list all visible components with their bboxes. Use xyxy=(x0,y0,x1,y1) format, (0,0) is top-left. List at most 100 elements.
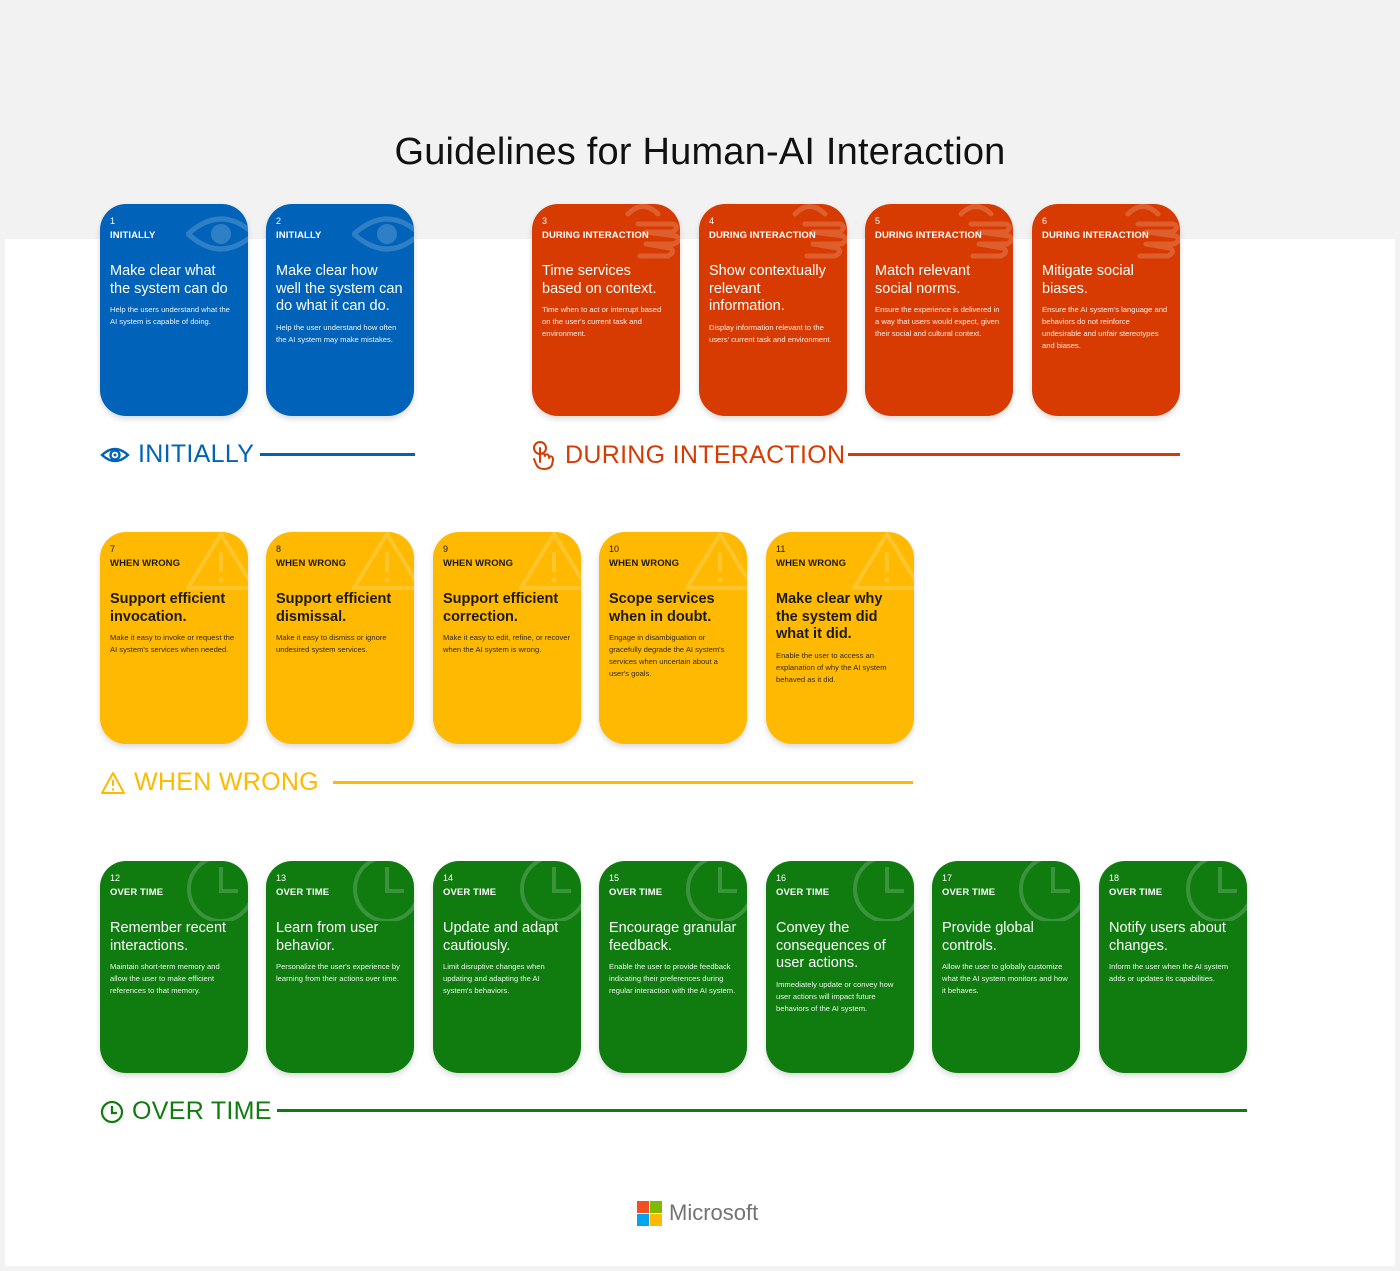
card-description: Time when to act or interrupt based on t… xyxy=(542,305,662,338)
guideline-card-7: 7 WHEN WRONG Support efficient invocatio… xyxy=(100,532,248,744)
section-divider-over-time xyxy=(277,1109,1247,1112)
card-heading: Support efficient dismissal. xyxy=(276,591,392,625)
page-title: Guidelines for Human-AI Interaction xyxy=(394,131,1006,174)
card-description: Allow the user to globally customize wha… xyxy=(942,962,1068,995)
card-heading: Update and adapt cautiously. xyxy=(443,920,559,954)
card-number: 17 xyxy=(942,873,953,883)
card-number: 10 xyxy=(609,544,620,554)
guideline-card-12: 12 OVER TIME Remember recent interaction… xyxy=(100,861,248,1073)
card-number: 12 xyxy=(110,873,121,883)
card-heading: Make clear how well the system can do wh… xyxy=(276,263,403,314)
card-heading: Encourage granular feedback. xyxy=(609,920,737,954)
section-divider-during-interaction xyxy=(848,453,1180,456)
card-description: Help the users understand what the AI sy… xyxy=(110,305,230,326)
card-heading: Provide global controls. xyxy=(942,920,1034,954)
card-heading: Make clear what the system can do xyxy=(110,263,228,297)
guideline-card-3: 3 DURING INTERACTION Time services based… xyxy=(532,204,680,416)
card-description: Personalize the user's experience by lea… xyxy=(276,962,400,983)
card-heading: Support efficient correction. xyxy=(443,591,559,625)
card-heading: Notify users about changes. xyxy=(1109,920,1226,954)
card-number: 3 xyxy=(542,216,548,226)
card-heading: Time services based on context. xyxy=(542,263,657,297)
section-label-during-interaction: DURING INTERACTION xyxy=(531,440,845,470)
card-heading: Learn from user behavior. xyxy=(276,920,379,954)
section-divider-when-wrong xyxy=(333,781,913,784)
card-category: DURING INTERACTION xyxy=(709,230,816,241)
guideline-card-15: 15 OVER TIME Encourage granular feedback… xyxy=(599,861,747,1073)
card-heading: Show contextually relevant information. xyxy=(709,263,826,314)
guideline-card-16: 16 OVER TIME Convey the consequences of … xyxy=(766,861,914,1073)
guideline-card-13: 13 OVER TIME Learn from user behavior. P… xyxy=(266,861,414,1073)
card-category: OVER TIME xyxy=(942,887,996,898)
card-description: Help the user understand how often the A… xyxy=(276,322,397,344)
guideline-card-1: 1 INITIALLY Make clear what the system c… xyxy=(100,204,248,416)
card-category: WHEN WRONG xyxy=(276,558,347,569)
card-description: Engage in disambiguation or gracefully d… xyxy=(609,633,725,678)
warning-icon xyxy=(101,771,125,794)
brand-name: Microsoft xyxy=(669,1200,759,1225)
touch-hand-icon xyxy=(533,441,555,470)
card-category: OVER TIME xyxy=(776,887,830,898)
card-number: 7 xyxy=(110,544,116,554)
card-category: OVER TIME xyxy=(1109,887,1163,898)
card-category: DURING INTERACTION xyxy=(1042,230,1149,241)
card-description: Maintain short-term memory and allow the… xyxy=(110,962,220,995)
card-number: 9 xyxy=(443,544,449,554)
card-number: 14 xyxy=(443,873,454,883)
guideline-card-2: 2 INITIALLY Make clear how well the syst… xyxy=(266,204,414,416)
card-description: Make it easy to invoke or request the AI… xyxy=(110,633,235,654)
card-number: 11 xyxy=(776,544,786,554)
card-category: OVER TIME xyxy=(110,887,164,898)
card-description: Display information relevant to the user… xyxy=(709,322,832,344)
guideline-card-10: 10 WHEN WRONG Scope services when in dou… xyxy=(599,532,747,744)
card-number: 15 xyxy=(609,873,620,883)
card-description: Enable the user to provide feedback indi… xyxy=(609,962,736,995)
card-heading: Scope services when in doubt. xyxy=(609,591,715,625)
card-heading: Match relevant social norms. xyxy=(875,263,971,297)
card-description: Make it easy to dismiss or ignore undesi… xyxy=(276,633,387,654)
card-number: 4 xyxy=(709,216,715,226)
card-description: Ensure the experience is delivered in a … xyxy=(875,305,1000,338)
card-description: Enable the user to access an explanation… xyxy=(776,650,887,684)
card-description: Immediately update or convey how user ac… xyxy=(776,979,894,1013)
section-label-when-wrong: WHEN WRONG xyxy=(100,768,319,797)
guideline-card-8: 8 WHEN WRONG Support efficient dismissal… xyxy=(266,532,414,744)
card-category: DURING INTERACTION xyxy=(875,230,982,241)
card-category: DURING INTERACTION xyxy=(542,230,649,241)
card-description: Limit disruptive changes when updating a… xyxy=(443,962,545,995)
section-title: WHEN WRONG xyxy=(134,768,319,796)
section-divider-initially xyxy=(260,453,415,456)
section-label-initially: INITIALLY xyxy=(100,440,254,469)
card-description: Inform the user when the AI system adds … xyxy=(1109,962,1229,983)
section-title: DURING INTERACTION xyxy=(565,440,846,469)
card-description: Make it easy to edit, refine, or recover… xyxy=(443,633,571,654)
card-heading: Mitigate social biases. xyxy=(1042,263,1134,297)
card-description: Ensure the AI system's language and beha… xyxy=(1042,305,1168,350)
guideline-card-9: 9 WHEN WRONG Support efficient correctio… xyxy=(433,532,581,744)
card-category: OVER TIME xyxy=(276,887,330,898)
card-number: 2 xyxy=(276,216,282,226)
card-heading: Make clear why the system did what it di… xyxy=(776,591,883,642)
microsoft-logo-icon xyxy=(637,1200,662,1226)
guideline-card-5: 5 DURING INTERACTION Match relevant soci… xyxy=(865,204,1013,416)
card-category: WHEN WRONG xyxy=(443,558,514,569)
section-title: OVER TIME xyxy=(132,1097,272,1125)
clock-icon xyxy=(100,1100,124,1123)
card-category: OVER TIME xyxy=(609,887,663,898)
card-number: 13 xyxy=(276,873,287,883)
guideline-card-4: 4 DURING INTERACTION Show contextually r… xyxy=(699,204,847,416)
card-number: 6 xyxy=(1042,216,1048,226)
card-heading: Support efficient invocation. xyxy=(110,591,226,625)
card-number: 1 xyxy=(110,216,116,226)
section-label-over-time: OVER TIME xyxy=(100,1097,272,1126)
section-title: INITIALLY xyxy=(138,440,255,468)
card-category: OVER TIME xyxy=(443,887,497,898)
card-category: WHEN WRONG xyxy=(776,558,847,569)
guideline-card-14: 14 OVER TIME Update and adapt cautiously… xyxy=(433,861,581,1073)
card-number: 5 xyxy=(875,216,881,226)
microsoft-logo: Microsoft xyxy=(637,1200,758,1226)
card-number: 18 xyxy=(1109,873,1120,883)
card-category: INITIALLY xyxy=(110,230,156,241)
card-heading: Convey the consequences of user actions. xyxy=(776,920,886,971)
card-category: WHEN WRONG xyxy=(110,558,181,569)
